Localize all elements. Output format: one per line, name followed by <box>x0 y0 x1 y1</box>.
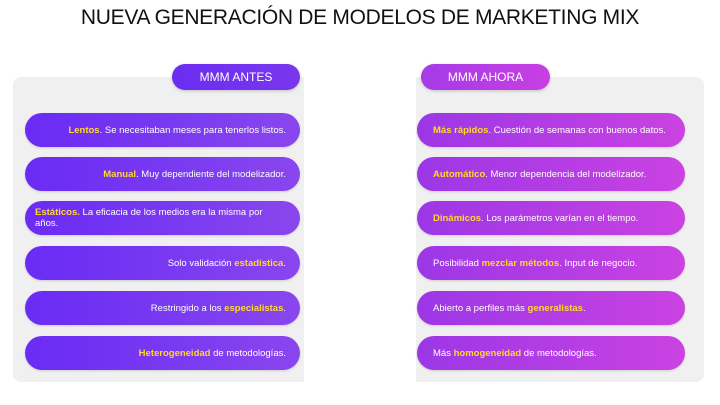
left-row-heterogeneidad: Heterogeneidad de metodologías. <box>25 336 300 370</box>
right-row-mezclar-metodos: Posibilidad mezclar métodos. Input de ne… <box>417 246 685 280</box>
row-text-post: . Los parámetros varían en el tiempo. <box>481 212 639 224</box>
header-mmm-ahora: MMM AHORA <box>421 64 550 90</box>
row-text-pre: Solo validación <box>167 257 235 269</box>
row-text-highlight: estadística <box>234 257 284 269</box>
row-text-highlight: Lentos <box>68 124 100 136</box>
row-text-post: de metodologías. <box>521 347 597 359</box>
row-text-post: . Input de negocio. <box>559 257 638 269</box>
page-title: NUEVA GENERACIÓN DE MODELOS DE MARKETING… <box>80 6 640 29</box>
row-text-post: . <box>582 302 586 314</box>
row-text-highlight: especialistas <box>224 302 284 314</box>
row-text-post: . Cuestión de semanas con buenos datos. <box>488 124 666 136</box>
center-divider <box>304 77 416 382</box>
row-text-post: . Se necesitaban meses para tenerlos lis… <box>99 124 286 136</box>
right-row-mas-rapidos: Más rápidos. Cuestión de semanas con bue… <box>417 113 685 147</box>
left-row-estaticos: Estáticos. La eficacia de los medios era… <box>25 201 300 235</box>
row-text-pre: Restringido a los <box>150 302 225 314</box>
left-row-validacion: Solo validación estadística. <box>25 246 300 280</box>
row-text-highlight: Automático <box>433 168 486 180</box>
row-text-post: . Menor dependencia del modelizador. <box>485 168 647 180</box>
row-text-highlight: Dinámicos <box>433 212 482 224</box>
right-row-dinamicos: Dinámicos. Los parámetros varían en el t… <box>417 201 685 235</box>
row-text-highlight: generalistas <box>527 302 583 314</box>
row-text-pre: Abierto a perfiles más <box>433 302 528 314</box>
row-text-highlight: homogeneidad <box>453 347 522 359</box>
row-text-highlight: Manual <box>103 168 136 180</box>
row-text-highlight: Estáticos. <box>35 207 80 218</box>
left-row-restringido: Restringido a los especialistas. <box>25 291 300 325</box>
left-row-manual: Manual. Muy dependiente del modelizador. <box>25 157 300 191</box>
row-text-post: . Muy dependiente del modelizador. <box>136 168 286 180</box>
row-text-highlight: mezclar métodos <box>481 257 560 269</box>
header-mmm-antes: MMM ANTES <box>172 64 300 90</box>
row-text-highlight: Más rápidos <box>433 124 489 136</box>
row-text-pre: Posibilidad <box>433 257 482 269</box>
row-text-post: . <box>283 257 286 269</box>
left-row-lentos: Lentos. Se necesitaban meses para tenerl… <box>25 113 300 147</box>
right-row-homogeneidad: Más homogeneidad de metodologías. <box>417 336 685 370</box>
row-text-pre: Más <box>433 347 454 359</box>
row-text-highlight: Heterogeneidad <box>138 347 211 359</box>
row-text-post: de metodologías. <box>210 347 286 359</box>
row-text-post: . <box>283 302 286 314</box>
right-row-generalistas: Abierto a perfiles más generalistas. <box>417 291 685 325</box>
right-row-automatico: Automático. Menor dependencia del modeli… <box>417 157 685 191</box>
